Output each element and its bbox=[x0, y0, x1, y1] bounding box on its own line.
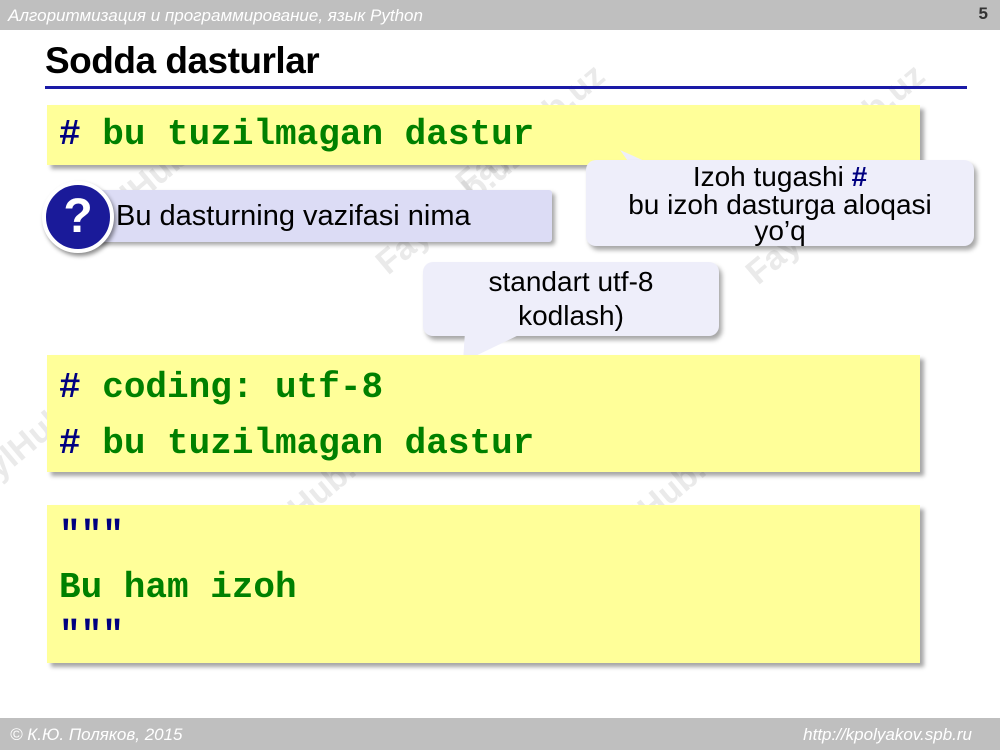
question-mark-glyph: ? bbox=[63, 190, 93, 243]
comment-hash: # bbox=[59, 367, 81, 408]
code-block-3: """ Bu ham izoh """ bbox=[47, 505, 920, 663]
comment-callout: Izoh tugashi # bu izoh dasturga aloqasi … bbox=[586, 160, 974, 246]
question-text: Bu dasturning vazifasi nima bbox=[116, 200, 471, 232]
comment-text: bu tuzilmagan dastur bbox=[80, 114, 535, 155]
comment-hash: # bbox=[59, 114, 81, 155]
code-block-1: # bu tuzilmagan dastur bbox=[47, 105, 920, 165]
course-title: Алгоритмизация и программирование, язык … bbox=[8, 6, 423, 25]
footer-link[interactable]: http://kpolyakov.spb.ru bbox=[803, 725, 972, 745]
docstring-quotes: """ bbox=[59, 615, 124, 656]
callout-line-1: standart utf-8 bbox=[488, 266, 654, 297]
comment-hash: # bbox=[59, 423, 81, 464]
code-block-2: # coding: utf-8 # bu tuzilmagan dastur bbox=[47, 355, 920, 472]
footer-bar: © К.Ю. Поляков, 2015 http://kpolyakov.sp… bbox=[0, 718, 1000, 750]
code-line: # bu tuzilmagan dastur bbox=[59, 114, 534, 155]
docstring-text: Bu ham izoh bbox=[59, 567, 297, 608]
code-line: # bu tuzilmagan dastur bbox=[59, 423, 534, 464]
page-number: 5 bbox=[978, 4, 988, 23]
copyright-text: © К.Ю. Поляков, 2015 bbox=[10, 725, 183, 744]
encoding-callout: standart utf-8 kodlash) bbox=[423, 262, 719, 336]
comment-text: bu tuzilmagan dastur bbox=[80, 423, 535, 464]
page-title: Sodda dasturlar bbox=[45, 40, 320, 81]
title-underline bbox=[45, 86, 967, 89]
docstring-quotes: """ bbox=[59, 515, 124, 556]
question-mark-icon: ? bbox=[42, 181, 114, 253]
header-bar: Алгоритмизация и программирование, язык … bbox=[0, 0, 1000, 30]
code-line: # coding: utf-8 bbox=[59, 367, 383, 408]
comment-text: coding: utf-8 bbox=[80, 367, 384, 408]
question-box: Bu dasturning vazifasi nima bbox=[92, 190, 552, 242]
